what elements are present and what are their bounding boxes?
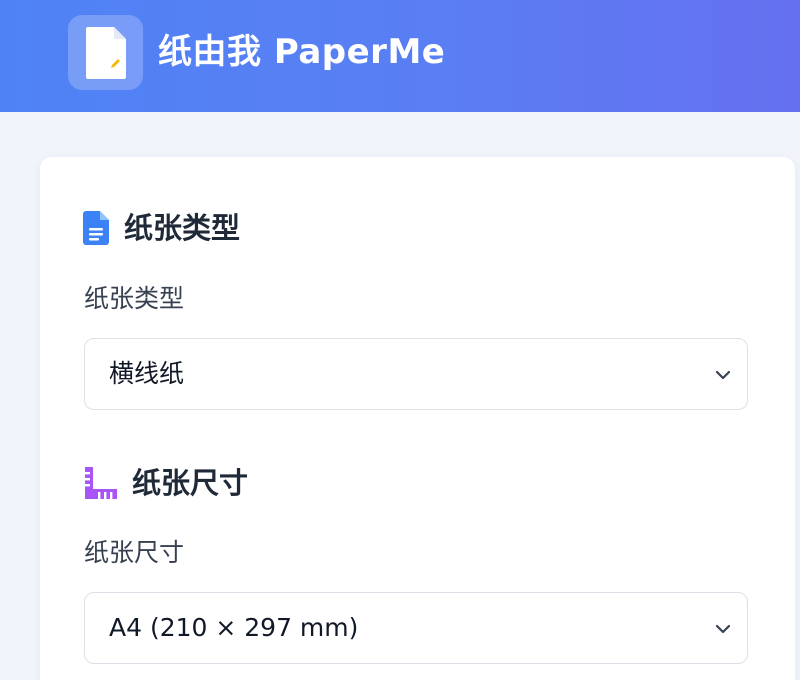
field-label-paper-type: 纸张类型: [84, 284, 185, 313]
section-title: 纸张尺寸: [132, 466, 249, 500]
ruler-icon: [82, 466, 118, 500]
field-label-paper-size: 纸张尺寸: [84, 538, 185, 567]
document-icon: [82, 211, 110, 245]
section-paper-size-header: 纸张尺寸: [82, 463, 248, 503]
paper-logo-icon: [85, 26, 126, 79]
app-title: 纸由我 PaperMe: [158, 32, 446, 72]
chevron-down-icon: [715, 624, 731, 634]
paper-size-select[interactable]: A4 (210 × 297 mm): [84, 592, 748, 664]
section-title: 纸张类型: [124, 211, 241, 245]
section-paper-type-header: 纸张类型: [82, 208, 240, 248]
select-value: A4 (210 × 297 mm): [109, 613, 359, 642]
app-header: 纸由我 PaperMe: [0, 0, 800, 112]
chevron-down-icon: [715, 370, 731, 380]
select-value: 横线纸: [109, 359, 185, 388]
paper-type-select[interactable]: 横线纸: [84, 338, 748, 410]
app-logo: [68, 15, 143, 90]
